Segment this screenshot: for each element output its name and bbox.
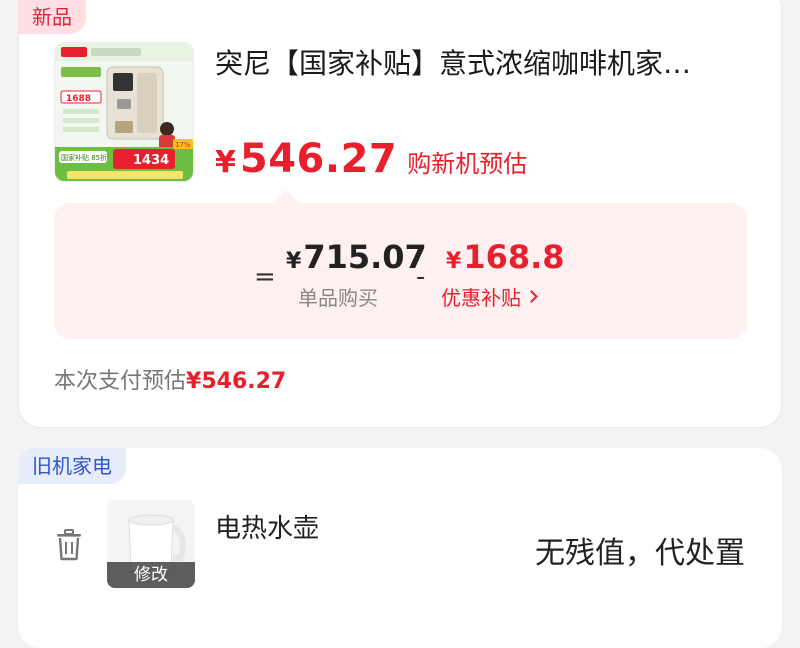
new-item-tag: 新品: [18, 0, 86, 34]
new-price-currency: ¥: [215, 145, 236, 180]
unit-price-value: 715.07: [303, 238, 427, 276]
old-item-image[interactable]: 修改: [107, 500, 195, 588]
subsidy-currency: ¥: [446, 249, 462, 274]
trash-icon[interactable]: [54, 528, 84, 562]
coffee-machine-image: 1688 国家补贴 85折 1434 17%: [55, 43, 193, 181]
badge-1688: 1688: [66, 94, 91, 104]
unit-price-currency: ¥: [286, 249, 302, 274]
subsidy-link[interactable]: 优惠补贴: [441, 282, 538, 311]
payment-amount: ¥546.27: [186, 369, 287, 394]
subsidy-label: 优惠补贴: [441, 286, 521, 310]
old-item-name: 电热水壶: [215, 514, 320, 544]
product-image[interactable]: 1688 国家补贴 85折 1434 17%: [54, 42, 194, 182]
payment-label: 本次支付预估: [54, 369, 187, 394]
old-item-status[interactable]: 无残值，代处置: [535, 528, 745, 572]
subsidy-amount: ¥168.8: [446, 238, 565, 276]
equals-sign: =: [254, 262, 276, 292]
badge-percent: 17%: [175, 141, 191, 149]
unit-price: ¥715.07: [286, 238, 427, 276]
product-title[interactable]: 突尼【国家补贴】意式浓缩咖啡机家…: [215, 44, 755, 84]
new-price: ¥ 546.27 购新机预估: [215, 136, 527, 182]
badge-1434: 1434: [133, 153, 169, 168]
chevron-right-icon: [525, 290, 538, 303]
minus-sign: -: [416, 262, 426, 292]
subsidy-value: 168.8: [463, 238, 565, 276]
new-price-value: 546.27: [239, 136, 398, 182]
payment-estimate: 本次支付预估¥546.27: [54, 363, 286, 395]
calc-box-pointer: [272, 190, 300, 204]
unit-price-label: 单品购买: [298, 286, 378, 310]
old-item-tag: 旧机家电: [18, 448, 126, 484]
badge-subsidy: 国家补贴 85折: [61, 153, 107, 162]
new-price-label: 购新机预估: [407, 150, 528, 178]
modify-button[interactable]: 修改: [107, 562, 195, 588]
